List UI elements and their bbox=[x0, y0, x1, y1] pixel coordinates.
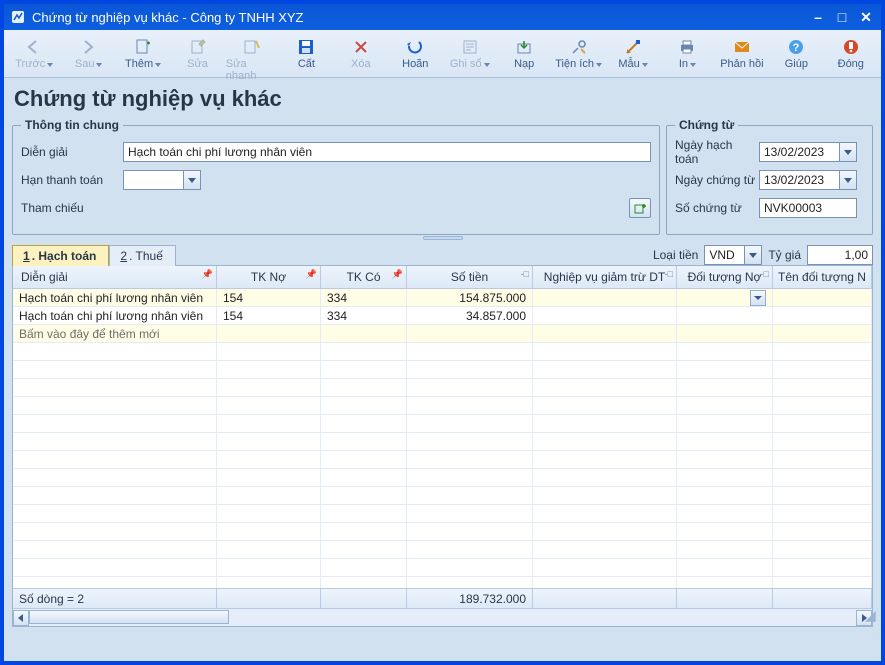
quickedit-button[interactable]: Sửa nhanh bbox=[226, 32, 278, 76]
horizontal-scrollbar[interactable] bbox=[13, 608, 872, 626]
currency-label: Loại tiền bbox=[653, 248, 698, 262]
vno-label: Số chứng từ bbox=[675, 201, 759, 215]
vdate-label: Ngày chứng từ bbox=[675, 173, 759, 187]
add-button[interactable]: Thêm bbox=[117, 32, 169, 76]
app-icon bbox=[10, 9, 26, 25]
footer-total: 189.732.000 bbox=[407, 589, 533, 608]
empty-row bbox=[13, 343, 872, 361]
empty-row bbox=[13, 469, 872, 487]
vdate-dropdown[interactable] bbox=[839, 170, 857, 190]
due-label: Hạn thanh toán bbox=[21, 173, 123, 187]
size-grip[interactable]: ◢ bbox=[865, 607, 879, 621]
prev-button[interactable]: Trước bbox=[8, 32, 60, 76]
currency-dropdown[interactable] bbox=[744, 245, 762, 265]
empty-row bbox=[13, 541, 872, 559]
vno-input[interactable] bbox=[759, 198, 857, 218]
voucher-legend: Chứng từ bbox=[675, 118, 738, 132]
help-button[interactable]: ?Giúp bbox=[770, 32, 822, 76]
feedback-button[interactable]: Phản hồi bbox=[716, 32, 768, 76]
tab-hachtoan[interactable]: 1. Hạch toán bbox=[12, 245, 109, 266]
col-desc[interactable]: Diễn giải📌 bbox=[13, 266, 217, 288]
general-info-group: Thông tin chung Diễn giải Hạn thanh toán… bbox=[12, 118, 660, 235]
col-tkno[interactable]: TK Nợ📌 bbox=[217, 266, 321, 288]
col-amount[interactable]: Số tiền-□ bbox=[407, 266, 533, 288]
write-button[interactable]: Ghi sổ bbox=[444, 32, 496, 76]
col-dtn[interactable]: Đối tượng Nợ-□ bbox=[677, 266, 773, 288]
due-date-dropdown[interactable] bbox=[183, 170, 201, 190]
empty-row bbox=[13, 361, 872, 379]
svg-text:?: ? bbox=[793, 42, 800, 54]
table-row[interactable]: Hạch toán chi phí lương nhân viên1543341… bbox=[13, 289, 872, 307]
postdate-label: Ngày hạch toán bbox=[675, 138, 759, 166]
col-tdt[interactable]: Tên đối tượng N bbox=[773, 266, 872, 288]
col-tkco[interactable]: TK Có📌 bbox=[321, 266, 407, 288]
dtn-dropdown[interactable] bbox=[750, 290, 766, 306]
utility-button[interactable]: Tiện ích bbox=[552, 32, 604, 76]
due-date-input[interactable] bbox=[123, 170, 183, 190]
minimize-button[interactable]: – bbox=[809, 9, 827, 25]
save-button[interactable]: Cất bbox=[280, 32, 332, 76]
rate-label: Tỷ giá bbox=[768, 248, 801, 262]
currency-input[interactable] bbox=[704, 245, 744, 265]
voucher-group: Chứng từ Ngày hạch toán Ngày chứng từ Số… bbox=[666, 118, 873, 235]
close-button[interactable]: Đóng bbox=[825, 32, 877, 76]
col-ngv[interactable]: Nghiệp vụ giảm trừ DT-□ bbox=[533, 266, 677, 288]
empty-row bbox=[13, 451, 872, 469]
page-title: Chứng từ nghiệp vụ khác bbox=[14, 86, 873, 112]
print-button[interactable]: In bbox=[661, 32, 713, 76]
load-button[interactable]: Nạp bbox=[498, 32, 550, 76]
add-row-placeholder[interactable]: Bấm vào đây để thêm mới bbox=[13, 325, 872, 343]
template-button[interactable]: Mẫu bbox=[607, 32, 659, 76]
scroll-left-button[interactable] bbox=[13, 610, 29, 626]
table-row[interactable]: Hạch toán chi phí lương nhân viên1543343… bbox=[13, 307, 872, 325]
delete-button[interactable]: Xóa bbox=[335, 32, 387, 76]
empty-row bbox=[13, 559, 872, 577]
empty-row bbox=[13, 523, 872, 541]
desc-label: Diễn giải bbox=[21, 145, 123, 159]
toolbar: Trước Sau Thêm Sửa Sửa nhanh Cất Xóa Hoã… bbox=[4, 30, 881, 78]
window-title: Chứng từ nghiệp vụ khác - Công ty TNHH X… bbox=[32, 10, 304, 25]
empty-row bbox=[13, 397, 872, 415]
scroll-thumb[interactable] bbox=[29, 610, 229, 624]
undo-button[interactable]: Hoãn bbox=[389, 32, 441, 76]
edit-button[interactable]: Sửa bbox=[171, 32, 223, 76]
close-window-button[interactable]: ✕ bbox=[857, 9, 875, 25]
rate-input bbox=[807, 245, 873, 265]
postdate-input[interactable] bbox=[759, 142, 839, 162]
vdate-input[interactable] bbox=[759, 170, 839, 190]
empty-row bbox=[13, 433, 872, 451]
tab-thue[interactable]: 2. Thuế bbox=[109, 245, 176, 266]
empty-row bbox=[13, 505, 872, 523]
empty-row bbox=[13, 577, 872, 588]
maximize-button[interactable]: □ bbox=[833, 9, 851, 25]
desc-input[interactable] bbox=[123, 142, 651, 162]
empty-row bbox=[13, 379, 872, 397]
titlebar: Chứng từ nghiệp vụ khác - Công ty TNHH X… bbox=[4, 4, 881, 30]
empty-row bbox=[13, 415, 872, 433]
general-legend: Thông tin chung bbox=[21, 118, 123, 132]
next-button[interactable]: Sau bbox=[62, 32, 114, 76]
add-reference-button[interactable] bbox=[629, 198, 651, 218]
footer-rowcount: Số dòng = 2 bbox=[13, 589, 217, 608]
ref-label: Tham chiếu bbox=[21, 201, 123, 215]
empty-row bbox=[13, 487, 872, 505]
data-grid: Diễn giải📌 TK Nợ📌 TK Có📌 Số tiền-□ Nghiệ… bbox=[12, 265, 873, 627]
postdate-dropdown[interactable] bbox=[839, 142, 857, 162]
